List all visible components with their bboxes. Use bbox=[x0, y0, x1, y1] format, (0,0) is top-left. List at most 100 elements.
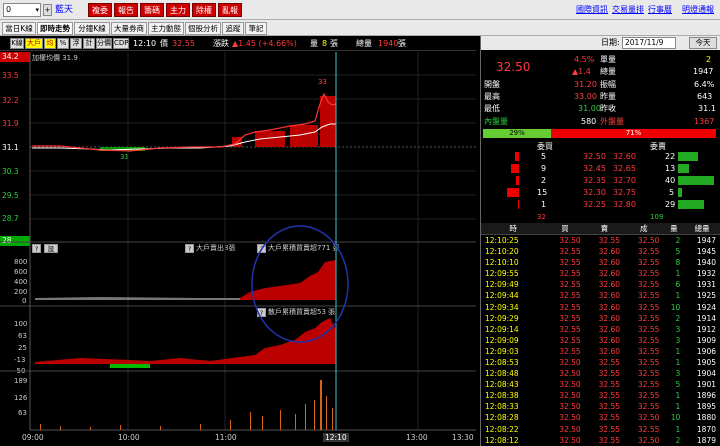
tick-cell: 1880 bbox=[696, 413, 716, 423]
low-value: 31.00 bbox=[578, 104, 601, 113]
date-picker[interactable]: 2017/11/9 bbox=[622, 37, 676, 49]
tick-cell: 1 bbox=[675, 291, 681, 301]
tick-cell: 32.55 bbox=[559, 346, 581, 356]
tick-cell: 32.60 bbox=[598, 302, 621, 312]
link-calendar[interactable]: 行事曆 bbox=[648, 4, 672, 16]
col-deal: 成 bbox=[624, 223, 664, 235]
tick-cell: 1 bbox=[675, 391, 681, 401]
tick-row: 12:08:43 32.50 32.55 32.55 5 1901 bbox=[481, 379, 720, 390]
bid-bar bbox=[518, 200, 519, 209]
bid-price: 32.30 bbox=[583, 188, 606, 197]
tick-row: 12:09:29 32.55 32.60 32.55 2 1914 bbox=[481, 313, 720, 324]
tick-cell: 2 bbox=[675, 236, 681, 245]
high-label: 最高 bbox=[484, 92, 500, 101]
tick-cell: 32.60 bbox=[598, 258, 621, 268]
tick-cell: 32.55 bbox=[559, 302, 581, 312]
tick-cell: 5 bbox=[675, 380, 681, 390]
tick-cell: 32.55 bbox=[559, 280, 581, 290]
tick-cell: 12:09:34 bbox=[485, 302, 519, 312]
tick-cell: 8 bbox=[675, 258, 681, 268]
tick-cell: 32.55 bbox=[637, 424, 660, 434]
tick-cell: 2 bbox=[675, 435, 681, 445]
tick-cell: 10 bbox=[670, 302, 681, 312]
tick-cell: 32.50 bbox=[559, 357, 581, 367]
tick-cell: 32.55 bbox=[598, 236, 621, 245]
single-vol-label: 單量 bbox=[600, 55, 616, 64]
tick-cell: 1895 bbox=[696, 402, 716, 412]
x-axis-label: 13:00 bbox=[406, 433, 428, 442]
tick-row: 12:08:33 32.50 32.55 32.55 1 1895 bbox=[481, 401, 720, 412]
ask-price: 32.70 bbox=[613, 176, 636, 185]
last-price: 32.50 bbox=[496, 60, 531, 74]
tick-cell: 32.50 bbox=[637, 413, 660, 423]
tick-row: 12:09:09 32.55 32.60 32.55 3 1909 bbox=[481, 335, 720, 346]
tick-row: 12:08:22 32.50 32.55 32.55 1 1870 bbox=[481, 424, 720, 435]
tick-cell: 32.50 bbox=[637, 236, 660, 245]
col-bid: 買 bbox=[545, 223, 585, 235]
ask-bar bbox=[678, 152, 698, 161]
ask-sum: 109 bbox=[650, 213, 664, 221]
tick-row: 12:08:53 32.50 32.55 32.55 1 1905 bbox=[481, 357, 720, 368]
ask-bar bbox=[678, 200, 704, 209]
tick-cell: 32.55 bbox=[637, 258, 660, 268]
tick-cell: 32.55 bbox=[559, 247, 581, 257]
tick-row: 12:10:10 32.55 32.60 32.55 8 1940 bbox=[481, 257, 720, 268]
tick-cell: 32.55 bbox=[598, 380, 621, 390]
tick-cell: 32.50 bbox=[559, 413, 581, 423]
tick-cell: 32.55 bbox=[637, 302, 660, 312]
tick-cell: 1 bbox=[675, 346, 681, 356]
tick-cell: 32.55 bbox=[598, 413, 621, 423]
bid-bar bbox=[516, 176, 519, 185]
tick-cell: 32.55 bbox=[637, 346, 660, 356]
open-value: 31.20 bbox=[574, 80, 597, 89]
tick-cell: 1947 bbox=[696, 236, 716, 245]
tick-cell: 32.55 bbox=[637, 369, 660, 379]
tick-cell: 32.55 bbox=[559, 291, 581, 301]
tick-cell: 12:08:43 bbox=[485, 380, 519, 390]
tick-cell: 1901 bbox=[696, 380, 716, 390]
tick-cell: 1870 bbox=[696, 424, 716, 434]
tick-cell: 12:09:14 bbox=[485, 324, 519, 334]
ask-qty: 29 bbox=[665, 200, 676, 209]
high-value: 33.00 bbox=[574, 92, 597, 101]
tick-cell: 1931 bbox=[696, 280, 716, 290]
tick-cell: 32.55 bbox=[637, 402, 660, 412]
amp-value: 6.4% bbox=[694, 80, 715, 89]
outer-vol: 1367 bbox=[694, 117, 715, 126]
link-notice[interactable]: 明燈通報 bbox=[682, 4, 714, 16]
tick-cell: 5 bbox=[675, 247, 681, 257]
tick-row: 12:09:14 32.55 32.60 32.55 3 1912 bbox=[481, 324, 720, 335]
amp-label: 振幅 bbox=[600, 80, 616, 89]
tick-cell: 32.50 bbox=[559, 380, 581, 390]
x-axis-label: 13:30 bbox=[452, 433, 474, 442]
tick-cell: 32.50 bbox=[559, 236, 581, 245]
order-book: 5 32.50 32.60 22 9 32.45 32.65 13 2 32.3… bbox=[483, 152, 718, 210]
link-volume-rank[interactable]: 交易量排 bbox=[612, 4, 644, 16]
link-intl-info[interactable]: 國際資訊 bbox=[576, 4, 608, 16]
tick-cell: 32.55 bbox=[637, 380, 660, 390]
single-vol: 2 bbox=[706, 55, 712, 64]
tick-cell: 12:09:03 bbox=[485, 346, 519, 356]
ask-qty: 40 bbox=[665, 176, 676, 185]
tick-cell: 32.60 bbox=[598, 324, 621, 334]
tick-cell: 32.60 bbox=[598, 269, 621, 279]
tick-cell: 32.55 bbox=[637, 291, 660, 301]
ask-price: 32.60 bbox=[613, 152, 636, 161]
tick-cell: 12:08:48 bbox=[485, 369, 519, 379]
tick-row: 12:09:49 32.55 32.60 32.55 6 1931 bbox=[481, 279, 720, 290]
col-qty: 量 bbox=[663, 223, 685, 235]
tick-cell: 12:08:12 bbox=[485, 435, 519, 445]
tick-cell: 32.60 bbox=[598, 313, 621, 323]
col-total: 總量 bbox=[684, 223, 720, 235]
tick-cell: 32.55 bbox=[637, 391, 660, 401]
inner-pct-bar: 29% bbox=[483, 129, 551, 138]
outer-vol-label: 外盤量 bbox=[600, 117, 624, 126]
tick-table[interactable]: 時 買 賣 成 量 總量 12:10:25 32.50 32.55 32.50 2 194… bbox=[481, 223, 720, 446]
tick-cell: 1932 bbox=[696, 269, 716, 279]
tick-cell: 12:10:25 bbox=[485, 236, 519, 245]
tick-cell: 32.55 bbox=[637, 324, 660, 334]
tick-cell: 1940 bbox=[696, 258, 716, 268]
tick-cell: 32.50 bbox=[559, 424, 581, 434]
today-button[interactable]: 今天 bbox=[689, 37, 717, 49]
x-axis-label: 11:00 bbox=[215, 433, 237, 442]
